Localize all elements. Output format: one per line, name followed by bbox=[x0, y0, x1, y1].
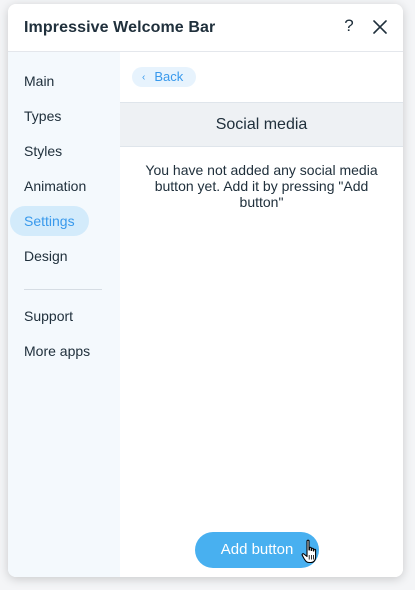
empty-state-message: You have not added any social media butt… bbox=[145, 162, 378, 210]
panel-title: Impressive Welcome Bar bbox=[24, 19, 216, 36]
help-button[interactable]: ? bbox=[342, 17, 356, 35]
sidebar: Main Types Styles Animation Settings Des… bbox=[8, 52, 120, 577]
content-area: ‹ Back Social media You have not added an… bbox=[120, 52, 403, 577]
sidebar-item-design[interactable]: Design bbox=[10, 241, 82, 271]
sidebar-divider bbox=[24, 289, 102, 290]
sidebar-item-styles[interactable]: Styles bbox=[10, 136, 76, 166]
back-label: Back bbox=[154, 69, 184, 84]
sidebar-item-types[interactable]: Types bbox=[10, 101, 75, 131]
sidebar-item-settings[interactable]: Settings bbox=[10, 206, 89, 236]
sidebar-item-support[interactable]: Support bbox=[10, 301, 87, 331]
back-button[interactable]: ‹ Back bbox=[132, 67, 197, 87]
hand-pointer-icon bbox=[301, 539, 317, 564]
panel-header: Impressive Welcome Bar ? bbox=[8, 4, 403, 52]
chevron-left-icon: ‹ bbox=[142, 72, 146, 83]
sidebar-item-animation[interactable]: Animation bbox=[10, 171, 100, 201]
section-title: Social media bbox=[120, 102, 403, 147]
settings-panel: Impressive Welcome Bar ? Main Types Styl… bbox=[8, 4, 403, 577]
sidebar-item-more-apps[interactable]: More apps bbox=[10, 336, 104, 366]
close-icon[interactable] bbox=[372, 19, 388, 35]
sidebar-item-main[interactable]: Main bbox=[10, 66, 68, 96]
